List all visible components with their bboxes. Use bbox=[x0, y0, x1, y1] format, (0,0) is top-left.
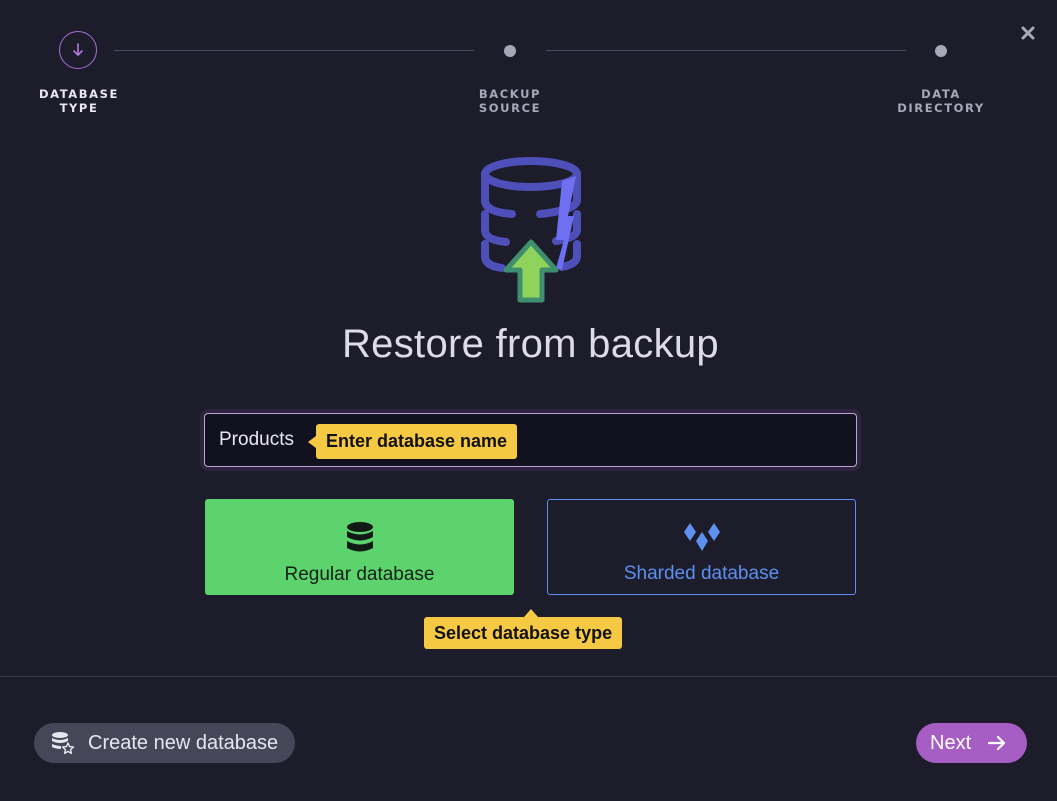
step-3-indicator[interactable] bbox=[935, 45, 947, 57]
footer-divider bbox=[0, 676, 1057, 677]
step-1-label-line1: DATABASE bbox=[38, 87, 119, 101]
database-type-tooltip: Select database type bbox=[424, 609, 623, 649]
step-1-label-line2: TYPE bbox=[59, 101, 99, 115]
sharded-icon bbox=[683, 523, 720, 551]
next-label: Next bbox=[930, 731, 972, 754]
step-2-label: BACKUP SOURCE bbox=[450, 87, 570, 115]
step-connector bbox=[546, 50, 906, 51]
step-2-label-line1: BACKUP bbox=[478, 87, 542, 101]
page-title: Restore from backup bbox=[342, 322, 719, 366]
database-new-icon bbox=[52, 732, 75, 755]
sharded-database-label: Sharded database bbox=[623, 563, 780, 584]
step-3-label-line1: DATA bbox=[921, 87, 961, 101]
database-name-field bbox=[200, 409, 861, 471]
step-3-label-line2: DIRECTORY bbox=[897, 101, 985, 115]
step-2-indicator[interactable] bbox=[504, 45, 516, 57]
arrow-down-icon bbox=[73, 43, 83, 56]
database-icon bbox=[346, 522, 373, 552]
wizard-stepper: DATABASE TYPE BACKUP SOURCE DATA DIRECTO… bbox=[0, 0, 1057, 130]
sharded-database-option[interactable]: Sharded database bbox=[547, 499, 856, 595]
database-restore-icon bbox=[481, 157, 581, 303]
step-connector bbox=[114, 50, 474, 51]
step-1-indicator[interactable] bbox=[59, 31, 97, 69]
create-new-database-label: Create new database bbox=[88, 731, 279, 754]
database-name-tooltip: Enter database name bbox=[307, 424, 518, 459]
database-name-field-border bbox=[204, 413, 857, 467]
arrow-right-icon bbox=[988, 735, 1006, 751]
regular-database-label: Regular database bbox=[284, 564, 435, 585]
step-1-label: DATABASE TYPE bbox=[19, 87, 139, 115]
next-button[interactable]: Next bbox=[916, 723, 1027, 763]
restore-dialog: DATABASE TYPE BACKUP SOURCE DATA DIRECTO… bbox=[0, 0, 1057, 801]
regular-database-option[interactable]: Regular database bbox=[205, 499, 514, 595]
database-name-input[interactable] bbox=[205, 414, 856, 466]
step-2-label-line2: SOURCE bbox=[478, 101, 542, 115]
step-3-label: DATA DIRECTORY bbox=[881, 87, 1001, 115]
create-new-database-button[interactable]: Create new database bbox=[34, 723, 295, 763]
